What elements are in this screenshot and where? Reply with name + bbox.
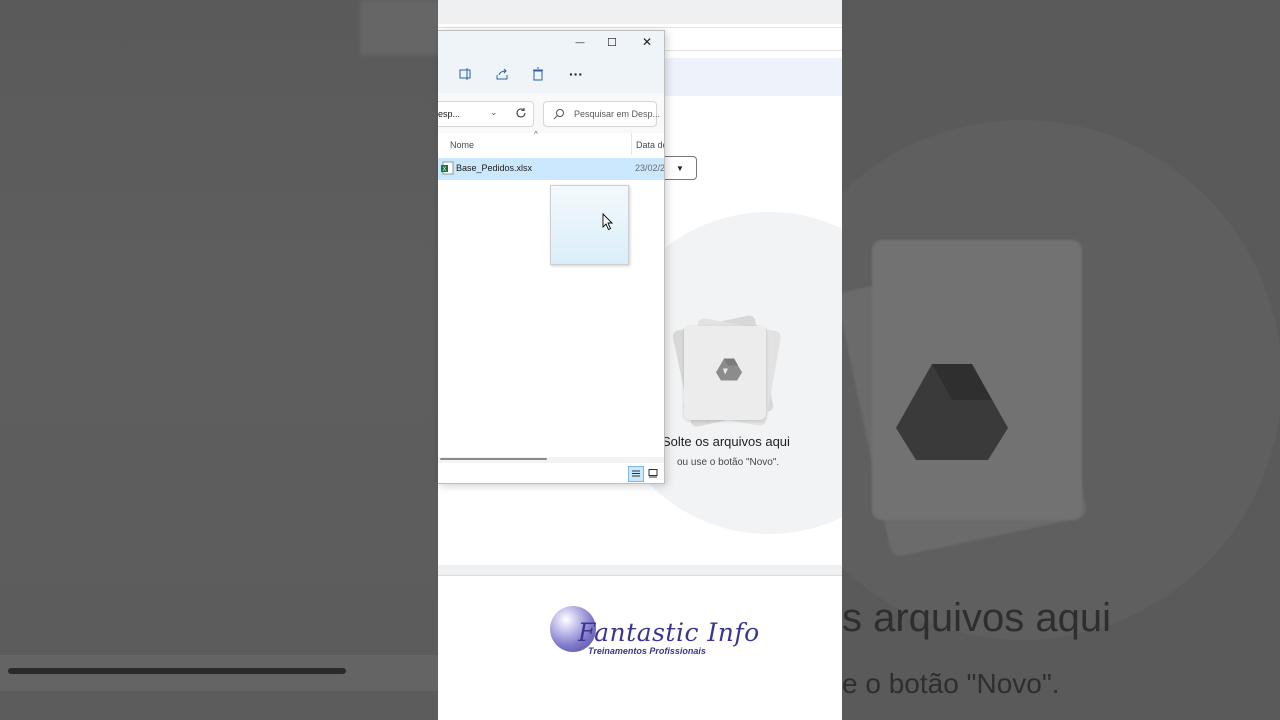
divider	[438, 27, 842, 28]
address-dropdown-icon[interactable]: ⌄	[490, 107, 498, 118]
file-explorer-window[interactable]: — ☐ ✕ ··· esp... ⌄ Pesquisar em Desp... …	[438, 30, 665, 484]
fantastic-info-logo: Fantastic Info Treinamentos Profissionai…	[550, 606, 759, 658]
tiles-view-button[interactable]	[646, 466, 660, 480]
blurred-background-left	[0, 0, 438, 720]
share-icon	[496, 68, 508, 80]
maximize-icon: ☐	[607, 36, 617, 49]
column-separator[interactable]	[631, 133, 632, 155]
excel-file-icon: X	[441, 161, 454, 175]
minimize-icon: —	[575, 37, 585, 47]
file-row[interactable]: X Base_Pedidos.xlsx 23/02/20	[438, 158, 664, 180]
sort-indicator-icon: ^	[534, 130, 538, 139]
rename-icon	[459, 68, 471, 80]
search-icon	[553, 109, 564, 120]
details-view-button[interactable]	[628, 466, 644, 482]
horizontal-scrollbar-thumb[interactable]	[440, 458, 547, 460]
more-icon: ···	[569, 66, 583, 82]
file-name: Base_Pedidos.xlsx	[456, 163, 533, 173]
blurred-window-fragment	[360, 0, 438, 55]
page-footer-band	[438, 565, 842, 576]
drop-zone-subtitle: ou use o botão "Novo".	[677, 457, 780, 468]
minimize-button[interactable]: —	[569, 33, 591, 51]
close-icon: ✕	[641, 35, 653, 49]
file-date: 23/02/20	[635, 163, 665, 173]
maximize-button[interactable]: ☐	[601, 33, 623, 51]
share-button[interactable]	[493, 65, 511, 83]
more-options-button[interactable]: ···	[567, 65, 585, 83]
google-drive-icon	[716, 358, 742, 381]
view-dropdown-button[interactable]: ▼	[664, 156, 697, 180]
blurred-drop-subtitle: e o botão "Novo".	[842, 668, 1060, 699]
mouse-cursor-icon	[602, 213, 614, 231]
blurred-drive-icon	[896, 364, 1008, 460]
blurred-scrollbar	[8, 668, 346, 674]
drop-zone-title: Solte os arquivos aqui	[662, 434, 790, 449]
trash-icon	[533, 67, 543, 81]
drag-preview	[550, 185, 629, 265]
svg-text:X: X	[442, 167, 446, 173]
column-header-date[interactable]: Data de	[636, 140, 664, 150]
explorer-titlebar[interactable]	[438, 31, 664, 53]
blurred-drop-title: s arquivos aqui	[842, 596, 1112, 640]
browser-top-band	[438, 0, 842, 24]
column-header-name[interactable]: Nome	[450, 140, 474, 150]
logo-subtitle: Treinamentos Profissionais	[588, 646, 706, 656]
details-view-icon	[632, 470, 640, 477]
search-placeholder: Pesquisar em Desp...	[574, 109, 661, 119]
rename-button[interactable]	[457, 65, 475, 83]
refresh-icon[interactable]	[514, 106, 528, 120]
dropdown-arrow-icon: ▼	[676, 163, 684, 173]
address-path: esp...	[438, 109, 461, 119]
logo-title: Fantastic Info	[578, 618, 760, 647]
blurred-background-right: s arquivos aqui e o botão "Novo".	[842, 0, 1280, 720]
close-button[interactable]: ✕	[636, 33, 658, 51]
search-input[interactable]: Pesquisar em Desp...	[543, 101, 661, 127]
delete-button[interactable]	[529, 65, 547, 83]
tiles-view-icon	[648, 469, 658, 478]
